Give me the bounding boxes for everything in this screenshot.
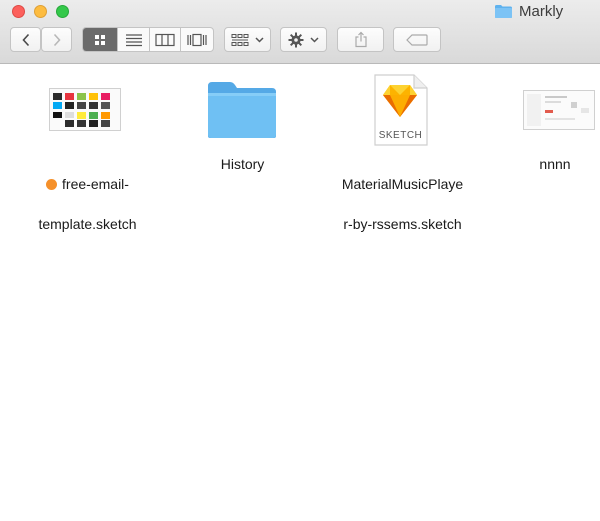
folder-icon (494, 4, 513, 19)
icon-view-button[interactable] (83, 28, 119, 51)
window-title-text: Markly (519, 3, 564, 20)
arrange-grid-icon (231, 33, 249, 46)
file-thumbnail (523, 90, 595, 130)
file-type-badge: SKETCH (378, 130, 423, 141)
coverflow-view-icon (187, 33, 207, 46)
chevron-left-icon (21, 33, 29, 46)
back-button[interactable] (10, 27, 41, 52)
file-name-label: nnnn (539, 156, 571, 172)
column-view-icon (155, 33, 175, 46)
orange-tag-dot (46, 179, 58, 190)
forward-button[interactable] (41, 27, 72, 52)
list-view-button[interactable] (118, 28, 150, 51)
icon-view-icon (95, 34, 106, 45)
coverflow-view-button[interactable] (181, 28, 213, 51)
file-name-line-1: MaterialMusicPlaye (341, 176, 464, 192)
zoom-window-button[interactable] (56, 5, 69, 18)
file-item[interactable]: SKETCH MaterialMusicPlaye r-by-rssems.sk… (315, 65, 490, 232)
folder-name-label: History (220, 156, 265, 172)
chevron-down-icon (310, 36, 319, 43)
close-window-button[interactable] (12, 5, 25, 18)
folder-icon (206, 80, 278, 140)
file-name-line-2: r-by-rssems.sketch (343, 216, 462, 232)
arrange-button[interactable] (224, 27, 271, 52)
file-name-line-2: template.sketch (38, 216, 137, 232)
share-button[interactable] (337, 27, 384, 52)
file-item[interactable]: nnnn (490, 65, 600, 205)
tag-icon (406, 33, 428, 46)
column-view-button[interactable] (150, 28, 182, 51)
share-icon (354, 31, 367, 48)
sketch-document-icon: SKETCH (372, 73, 429, 147)
window-title: Markly (494, 3, 563, 20)
list-view-icon (125, 33, 142, 46)
file-name-label: free-email- template.sketch (20, 154, 155, 234)
file-icon-grid: free-email- template.sketch History SKET… (0, 65, 600, 521)
tags-button[interactable] (393, 27, 441, 52)
chevron-down-icon (255, 36, 264, 43)
file-item[interactable]: free-email- template.sketch (0, 65, 170, 232)
minimize-window-button[interactable] (34, 5, 47, 18)
file-name-line-1: free-email- (62, 176, 129, 192)
action-menu-button[interactable] (280, 27, 327, 52)
folder-item[interactable]: History (170, 65, 315, 205)
gear-icon (288, 32, 304, 47)
chevron-right-icon (53, 33, 61, 46)
window-titlebar: Markly (0, 0, 600, 64)
file-name-label: MaterialMusicPlaye r-by-rssems.sketch (325, 154, 480, 234)
view-mode-control[interactable] (82, 27, 214, 52)
sketch-file-thumbnail (49, 88, 121, 131)
